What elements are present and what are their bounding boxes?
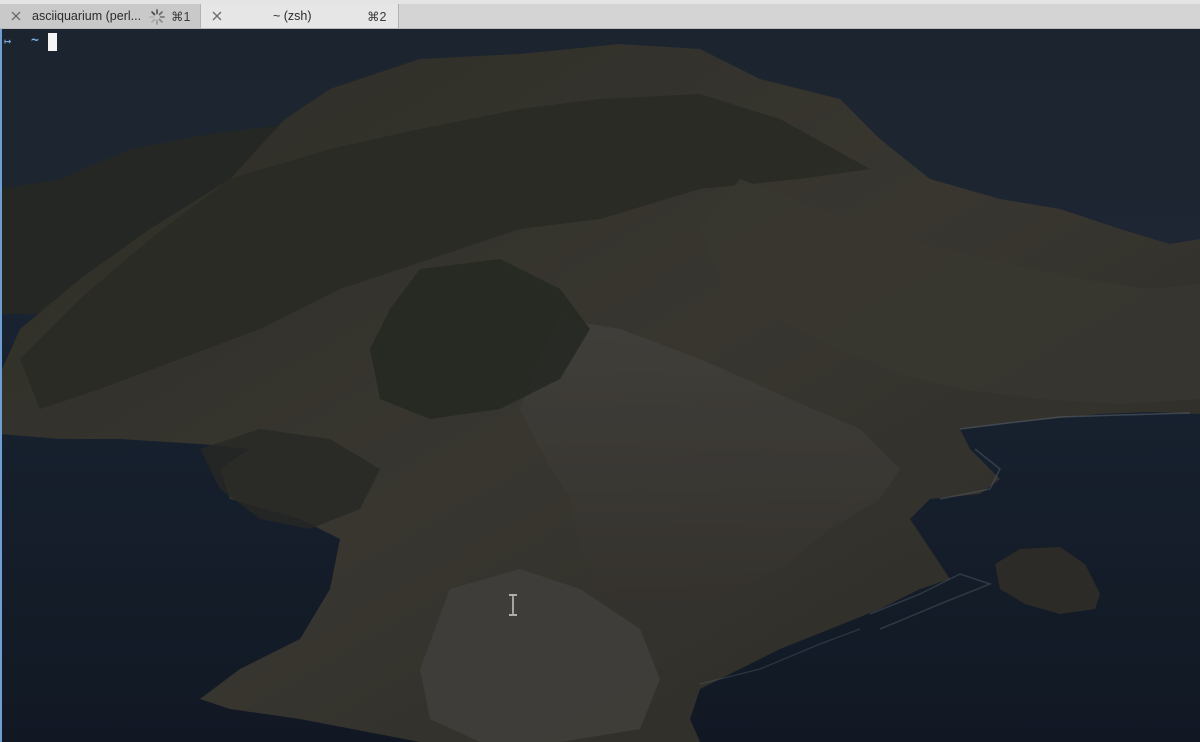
close-icon[interactable] — [10, 10, 22, 22]
tab-shortcut: ⌘1 — [171, 10, 191, 24]
close-icon[interactable] — [211, 10, 223, 22]
tab-shortcut: ⌘2 — [367, 10, 387, 24]
text-cursor — [48, 33, 57, 51]
session-indicator-bar — [0, 29, 2, 742]
terminal-content[interactable]: ↦ ~ — [0, 29, 1200, 742]
prompt-directory: ~ — [31, 33, 39, 48]
spinner-icon — [149, 9, 165, 25]
tab-asciiquarium[interactable]: asciiquarium (perl... ⌘1 — [0, 4, 201, 28]
tab-title: ~ (zsh) — [273, 9, 312, 23]
prompt-arrow-icon: ↦ — [4, 34, 12, 48]
terminal-window: asciiquarium (perl... ⌘1 ~ (zsh) ⌘2 ↦ ~ — [0, 0, 1200, 742]
wallpaper-image — [0, 29, 1200, 742]
tab-bar: asciiquarium (perl... ⌘1 ~ (zsh) ⌘2 — [0, 0, 1200, 29]
tab-zsh[interactable]: ~ (zsh) ⌘2 — [201, 4, 399, 28]
text-cursor-icon — [509, 594, 517, 616]
tab-title: asciiquarium (perl... — [32, 9, 142, 23]
